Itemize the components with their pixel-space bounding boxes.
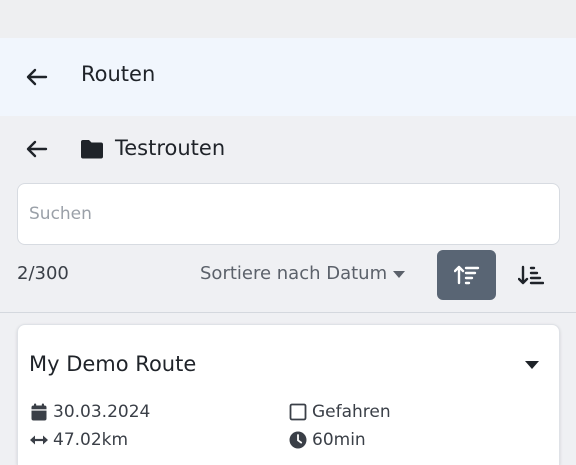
route-distance-value: 47.02km (53, 430, 129, 450)
sort-ascending-icon (517, 265, 544, 285)
list-toolbar: 2/300 Sortiere nach Datum (0, 249, 576, 301)
arrow-left-icon (26, 68, 48, 86)
folder-name: Testrouten (115, 136, 226, 160)
route-distance: 47.02km (29, 429, 128, 451)
route-date: 30.03.2024 (29, 401, 150, 423)
route-card[interactable]: My Demo Route 30.03.2024 Gefahren 47.02k… (17, 324, 560, 465)
checkbox-icon[interactable] (289, 403, 307, 421)
folder-back-button[interactable] (22, 134, 52, 164)
calendar-icon (31, 403, 47, 421)
sort-by-dropdown[interactable]: Sortiere nach Datum (200, 262, 406, 286)
page-title: Routen (81, 62, 156, 86)
route-driven-label: Gefahren (312, 402, 391, 422)
route-driven: Gefahren (288, 401, 391, 423)
sort-by-label: Sortiere nach Datum (200, 263, 388, 284)
folder-header: Testrouten (0, 131, 576, 167)
route-name: My Demo Route (29, 352, 197, 376)
route-duration: 60min (288, 429, 366, 451)
sort-ascending-button[interactable] (501, 250, 560, 300)
back-button[interactable] (22, 62, 52, 92)
route-count: 2/300 (17, 263, 69, 284)
clock-icon (289, 431, 307, 449)
route-duration-value: 60min (312, 430, 366, 450)
arrows-horizontal-icon (30, 435, 48, 445)
expand-toggle[interactable] (520, 358, 544, 372)
caret-down-icon (393, 270, 406, 278)
caret-down-icon (525, 361, 539, 369)
route-date-value: 30.03.2024 (53, 402, 151, 422)
main-content: Testrouten 2/300 Sortiere nach Datum My … (0, 116, 576, 465)
folder-icon (81, 140, 103, 159)
search-input[interactable] (17, 183, 560, 245)
arrow-left-icon (26, 140, 48, 158)
divider (0, 312, 576, 313)
sort-descending-button[interactable] (437, 250, 496, 300)
sort-descending-icon (453, 265, 479, 285)
status-bar (0, 0, 576, 38)
app-bar: Routen (0, 38, 576, 116)
